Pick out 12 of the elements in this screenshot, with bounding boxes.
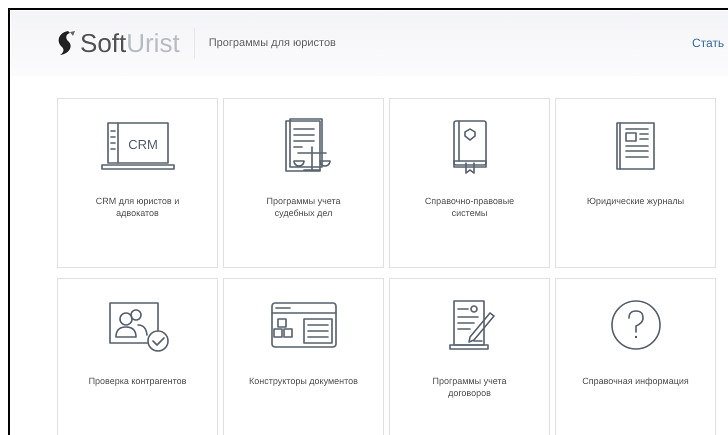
category-card[interactable]: Проверка контрагентов (57, 278, 218, 435)
category-card[interactable]: Конструкторы документов (223, 278, 384, 435)
tagline: Программы для юристов (208, 37, 336, 49)
category-card[interactable]: Программы учета договоров (389, 278, 550, 435)
logo-icon (56, 30, 76, 56)
category-card[interactable]: Справочная информация (555, 278, 716, 435)
logo-text: SoftUrist (80, 28, 180, 58)
nav-link[interactable]: Стать (692, 36, 728, 50)
category-card[interactable]: Программы учета судебных дел (223, 98, 384, 268)
category-card[interactable]: Справочно-правовые системы (389, 98, 550, 268)
category-card[interactable]: CRM CRM для юристов и адвокатов (57, 98, 218, 268)
category-card[interactable]: Юридические журналы (555, 98, 716, 268)
